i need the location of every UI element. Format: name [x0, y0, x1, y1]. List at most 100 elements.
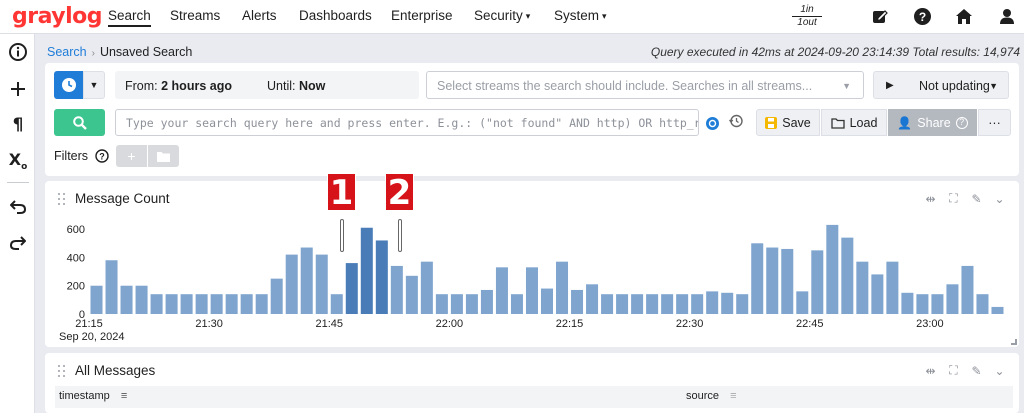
chart-bar[interactable] — [886, 261, 899, 314]
save-button[interactable]: Save — [756, 109, 820, 136]
chart-bar[interactable] — [390, 265, 403, 314]
chart-bar[interactable] — [300, 247, 313, 314]
add-filter-button[interactable]: + — [116, 145, 147, 167]
user-icon[interactable] — [998, 7, 1016, 25]
range-pin-1[interactable] — [340, 219, 344, 252]
chart-bar[interactable] — [525, 267, 538, 314]
chart-bar[interactable] — [991, 306, 1004, 314]
nav-dashboards[interactable]: Dashboards — [299, 8, 372, 23]
chart-bar[interactable] — [465, 294, 478, 314]
chart-bar[interactable] — [556, 261, 569, 314]
breadcrumb-search-link[interactable]: Search — [47, 45, 87, 59]
share-button[interactable]: 👤 Share ? — [888, 109, 977, 136]
redo-icon[interactable] — [8, 233, 28, 253]
chart-bar[interactable] — [180, 294, 193, 314]
subscript-icon[interactable]: Xo — [8, 150, 28, 172]
chart-bar[interactable] — [360, 227, 373, 314]
chart-bar[interactable] — [721, 292, 734, 314]
chart-bar[interactable] — [586, 284, 599, 314]
help-icon[interactable]: ? — [913, 7, 931, 25]
home-icon[interactable] — [955, 7, 973, 25]
chart-bar[interactable] — [811, 250, 824, 314]
chart-bar[interactable] — [931, 294, 944, 314]
edit-icon[interactable] — [871, 7, 889, 25]
chart-bar[interactable] — [375, 240, 388, 314]
chart-bar[interactable] — [255, 294, 268, 314]
chart-bar[interactable] — [120, 285, 133, 314]
chart-bar[interactable] — [345, 263, 358, 314]
chart-bar[interactable] — [736, 294, 749, 314]
chart-bar[interactable] — [90, 285, 103, 314]
paragraph-icon[interactable]: ¶ — [8, 115, 28, 135]
chart-bar[interactable] — [330, 294, 343, 314]
compress-icon[interactable]: ⇹ — [923, 363, 938, 378]
nav-system-dropdown[interactable]: System ▾ — [554, 8, 607, 23]
chart-bar[interactable] — [285, 254, 298, 314]
query-help-icon[interactable] — [706, 117, 719, 130]
chart-bar[interactable] — [165, 294, 178, 314]
column-header-source[interactable]: source ≡ — [686, 390, 737, 402]
chart-bar[interactable] — [540, 288, 554, 314]
chart-bar[interactable] — [916, 294, 929, 314]
chart-bar[interactable] — [631, 294, 644, 314]
chart-bar[interactable] — [616, 294, 629, 314]
chart-bar[interactable] — [856, 261, 869, 314]
chart-bar[interactable] — [450, 294, 463, 314]
chart-bar[interactable] — [105, 260, 118, 314]
chart-bar[interactable] — [210, 294, 223, 314]
chart-bar[interactable] — [495, 267, 508, 314]
time-range-dropdown[interactable]: ▼ — [83, 71, 105, 99]
range-pin-2[interactable] — [398, 219, 402, 252]
chart-bar[interactable] — [601, 294, 614, 314]
nav-streams[interactable]: Streams — [170, 8, 220, 23]
chart-bar[interactable] — [405, 275, 418, 314]
nav-enterprise[interactable]: Enterprise — [391, 8, 453, 23]
chart-bar[interactable] — [676, 294, 689, 314]
chart-bar[interactable] — [691, 294, 704, 314]
chart-bar[interactable] — [480, 289, 493, 314]
chart-bar[interactable] — [766, 247, 779, 314]
chart-bar[interactable] — [781, 248, 794, 314]
chart-bar[interactable] — [571, 289, 584, 314]
nav-alerts[interactable]: Alerts — [242, 8, 277, 23]
chart-bar[interactable] — [510, 294, 523, 314]
chart-bar[interactable] — [315, 254, 328, 314]
chart-bar[interactable] — [706, 291, 719, 314]
chart-bar[interactable] — [150, 294, 163, 314]
nav-search[interactable]: Search — [108, 8, 151, 27]
time-range-type-button[interactable] — [54, 71, 83, 99]
info-icon[interactable] — [8, 42, 28, 62]
chevron-down-icon[interactable]: ⌄ — [992, 363, 1007, 378]
more-actions-button[interactable]: ··· — [978, 109, 1011, 136]
streams-select[interactable]: Select streams the search should include… — [426, 71, 864, 99]
chart-bar[interactable] — [240, 294, 253, 314]
filter-folder-button[interactable] — [148, 145, 179, 167]
sort-icon[interactable]: ≡ — [121, 390, 127, 402]
chart-bar[interactable] — [871, 274, 884, 314]
chart-bar[interactable] — [270, 278, 283, 314]
chart-bar[interactable] — [420, 261, 433, 314]
graylog-logo[interactable]: graylog — [12, 4, 103, 29]
sort-icon[interactable]: ≡ — [730, 390, 736, 402]
chart-bar[interactable] — [961, 265, 974, 314]
search-submit-button[interactable] — [54, 109, 105, 136]
plus-icon[interactable] — [8, 79, 28, 99]
filters-help-icon[interactable]: ? — [95, 149, 109, 166]
chart-bar[interactable] — [195, 294, 208, 314]
nav-security-dropdown[interactable]: Security ▾ — [474, 8, 530, 23]
load-button[interactable]: Load — [821, 109, 887, 136]
chart-bar[interactable] — [826, 224, 839, 314]
chart-bar[interactable] — [135, 285, 148, 314]
chart-bar[interactable] — [976, 294, 989, 314]
search-query-input[interactable]: Type your search query here and press en… — [115, 109, 699, 136]
chart-bar[interactable] — [646, 294, 659, 314]
chart-bar[interactable] — [661, 294, 674, 314]
throughput-indicator[interactable]: 1in 1out — [792, 4, 822, 29]
chart-bar[interactable] — [225, 294, 238, 314]
time-range-display[interactable]: From: 2 hours ago Until: Now — [115, 71, 419, 99]
expand-icon[interactable]: ⛶ — [946, 363, 961, 378]
undo-icon[interactable] — [8, 197, 28, 217]
chart-bar[interactable] — [751, 243, 764, 314]
drag-handle-icon[interactable] — [58, 365, 66, 377]
chart-bar[interactable] — [946, 284, 959, 314]
